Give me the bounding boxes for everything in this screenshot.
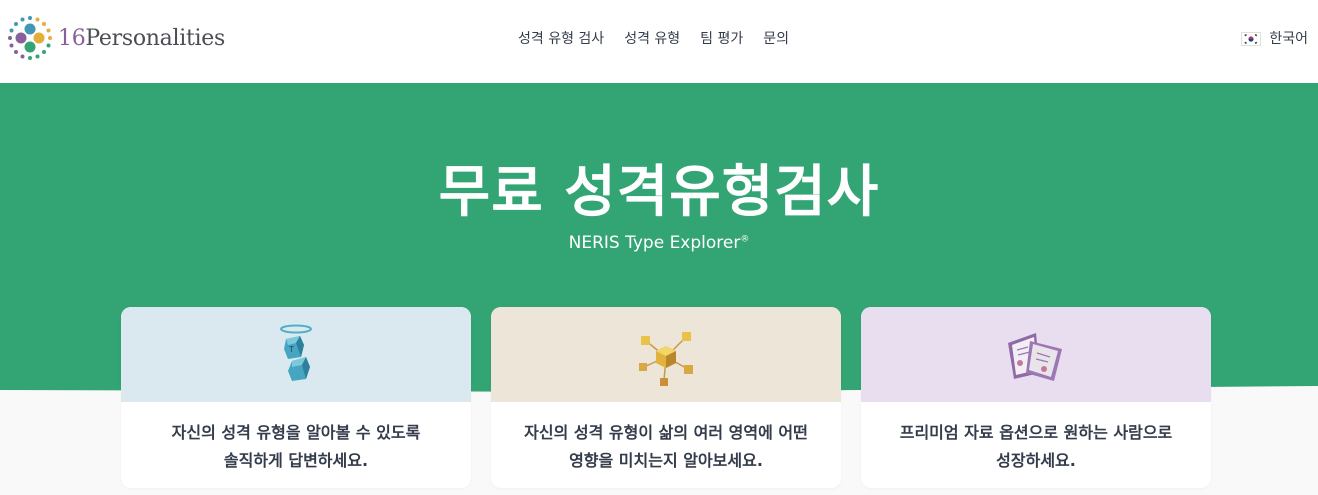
logo-wordmark: 16Personalities bbox=[58, 26, 225, 51]
hero-title: 무료 성격유형검사 bbox=[438, 160, 880, 225]
network-cubes-icon bbox=[639, 332, 693, 386]
card-description: 프리미엄 자료 옵션으로 원하는 사람으로성장하세요. bbox=[871, 419, 1201, 475]
card-text-line: 성장하세요. bbox=[996, 451, 1076, 470]
logo-word: Personalities bbox=[85, 25, 225, 51]
logo-number: 16 bbox=[58, 25, 86, 51]
nav-item-personality-test[interactable]: 성격 유형 검사 bbox=[518, 28, 604, 50]
card-text-line: 영향을 미치는지 알아보세요. bbox=[569, 451, 763, 470]
hero-subtitle-text: NERIS Type Explorer bbox=[568, 233, 741, 253]
card-text-line: 자신의 성격 유형이 삶의 여러 영역에 어떤 bbox=[524, 423, 808, 442]
site-logo[interactable]: 16Personalities bbox=[6, 14, 225, 62]
angel-figure-icon: T bbox=[280, 324, 312, 381]
feature-card-answer-honestly[interactable]: T 자신의 성격 유형을 알아볼 수 있도록솔직하게 답변하세요. bbox=[121, 307, 471, 488]
logo-dots-icon bbox=[8, 16, 52, 60]
card-text-line: 프리미엄 자료 옵션으로 원하는 사람으로 bbox=[899, 423, 1173, 442]
hero-subtitle: NERIS Type Explorer® bbox=[0, 233, 1318, 253]
nav-item-contact[interactable]: 문의 bbox=[763, 28, 789, 50]
card-text-line: 솔직하게 답변하세요. bbox=[223, 451, 369, 470]
card-description: 자신의 성격 유형이 삶의 여러 영역에 어떤영향을 미치는지 알아보세요. bbox=[501, 419, 831, 475]
registered-mark: ® bbox=[740, 234, 750, 245]
premium-documents-icon bbox=[1008, 333, 1062, 381]
svg-text:T: T bbox=[288, 345, 294, 354]
language-selector[interactable]: 한국어 bbox=[1241, 28, 1308, 50]
feature-card-life-impact[interactable]: 자신의 성격 유형이 삶의 여러 영역에 어떤영향을 미치는지 알아보세요. bbox=[491, 307, 841, 488]
feature-card-premium[interactable]: 프리미엄 자료 옵션으로 원하는 사람으로성장하세요. bbox=[861, 307, 1211, 488]
korea-flag-icon bbox=[1241, 32, 1262, 46]
language-label: 한국어 bbox=[1269, 31, 1308, 47]
nav-item-personality-types[interactable]: 성격 유형 bbox=[624, 28, 680, 50]
card-text-line: 자신의 성격 유형을 알아볼 수 있도록 bbox=[171, 423, 421, 442]
main-nav: 성격 유형 검사 성격 유형 팀 평가 문의 bbox=[518, 28, 789, 50]
card-description: 자신의 성격 유형을 알아볼 수 있도록솔직하게 답변하세요. bbox=[131, 419, 461, 475]
site-header: 16Personalities 성격 유형 검사 성격 유형 팀 평가 문의 한… bbox=[0, 0, 1318, 83]
nav-item-team-assessment[interactable]: 팀 평가 bbox=[700, 28, 743, 50]
